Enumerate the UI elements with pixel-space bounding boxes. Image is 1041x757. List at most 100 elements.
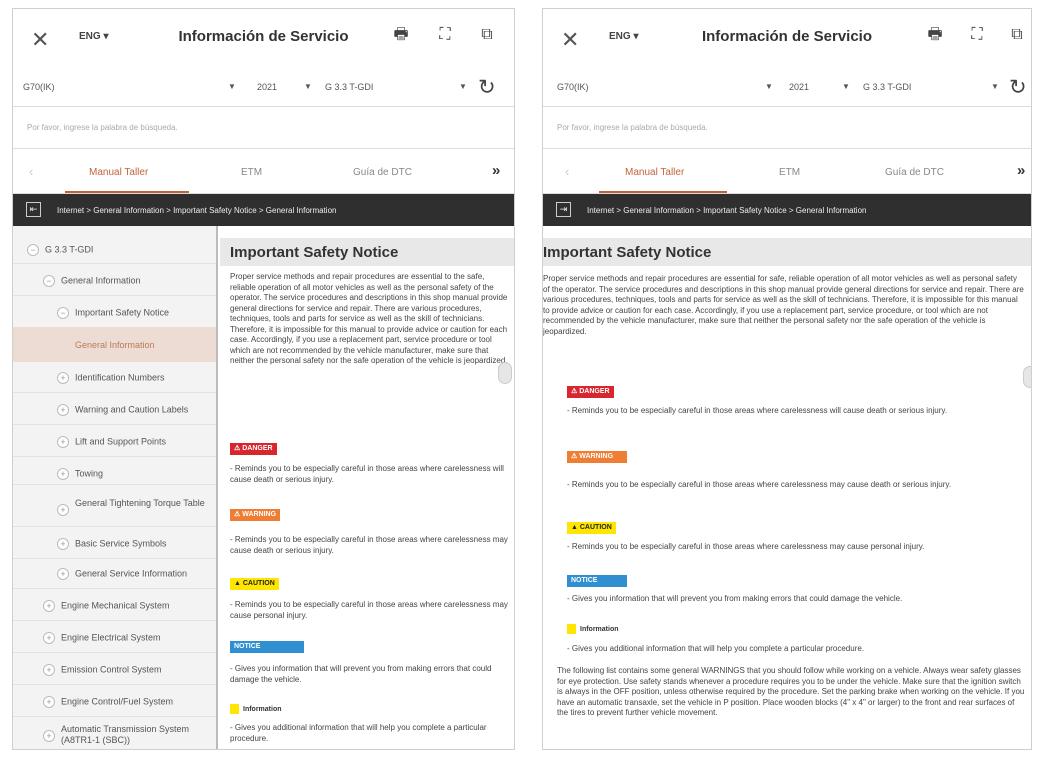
service-info-window-right: ✕ ENG ▾ Información de Servicio 🖶 ⛶ ⧉ G7…	[542, 8, 1032, 750]
chevron-left-icon[interactable]: ‹	[29, 164, 33, 179]
expand-icon[interactable]: +	[57, 568, 69, 580]
tree-item-label: G 3.3 T-GDI	[45, 244, 94, 255]
scroll-handle[interactable]	[498, 362, 512, 384]
collapse-icon[interactable]: −	[43, 275, 55, 287]
tree-item[interactable]: + Towing	[57, 468, 103, 480]
tab-manual-taller[interactable]: Manual Taller	[89, 167, 148, 178]
tree-item[interactable]: + Basic Service Symbols	[57, 538, 167, 550]
tree-item-label: Identification Numbers	[75, 372, 165, 383]
fullscreen-icon[interactable]: ⛶	[967, 25, 987, 45]
collapse-icon[interactable]: −	[57, 307, 69, 319]
info-icon	[230, 704, 239, 715]
expand-icon[interactable]: +	[43, 600, 55, 612]
divider	[13, 620, 216, 621]
tab-bar: ‹ Manual Taller ETM Guía de DTC »	[543, 149, 1031, 194]
page-title: Información de Servicio	[701, 28, 873, 45]
tab-etm[interactable]: ETM	[241, 167, 262, 178]
tree-item[interactable]: − G 3.3 T-GDI	[27, 244, 93, 256]
divider	[13, 684, 216, 685]
warning-text: - Reminds you to be especially careful i…	[230, 535, 508, 555]
expand-icon[interactable]: +	[57, 504, 69, 516]
divider	[13, 484, 216, 485]
tree-item[interactable]: + Automatic Transmission System (A8TR1-1 …	[43, 724, 213, 746]
header-bar: ✕ ENG ▾ Información de Servicio 🖶 ⛶ ⧉	[13, 9, 514, 67]
navigation-tree: − G 3.3 T-GDI − General Information − Impor…	[13, 226, 218, 749]
info-icon	[567, 624, 576, 635]
chevron-down-icon[interactable]: ▼	[842, 82, 850, 91]
external-window-icon[interactable]: ⧉	[1007, 25, 1027, 45]
chevron-right-icon[interactable]: »	[492, 162, 500, 179]
divider	[13, 558, 216, 559]
chevron-right-icon[interactable]: »	[1017, 162, 1025, 179]
tree-item[interactable]: + Warning and Caution Labels	[57, 404, 188, 416]
header-bar: ✕ ENG ▾ Información de Servicio 🖶 ⛶ ⧉	[543, 9, 1031, 67]
tree-item[interactable]: + Engine Control/Fuel System	[43, 696, 173, 708]
chevron-down-icon[interactable]: ▼	[228, 82, 236, 91]
intro-paragraph: Proper service methods and repair proced…	[543, 274, 1024, 336]
notice-badge: NOTICE	[567, 575, 627, 587]
collapse-tree-icon[interactable]: ⇤	[26, 202, 41, 217]
tree-item-label: General Service Information	[75, 568, 188, 579]
external-window-icon[interactable]: ⧉	[477, 25, 497, 45]
tree-item-label: Engine Control/Fuel System	[61, 696, 174, 707]
chevron-left-icon[interactable]: ‹	[565, 164, 569, 179]
danger-text: - Reminds you to be especially careful i…	[567, 406, 948, 415]
tree-item[interactable]: − General Information	[43, 275, 141, 287]
refresh-icon[interactable]: ↻	[478, 75, 496, 100]
notice-text: - Gives you information that will preven…	[230, 664, 492, 684]
tab-guia-dtc[interactable]: Guía de DTC	[885, 167, 944, 178]
tree-item[interactable]: + General Service Information	[57, 568, 187, 580]
model-select[interactable]: G70(IK)	[23, 82, 55, 92]
tree-item[interactable]: + Emission Control System	[43, 664, 162, 676]
model-select[interactable]: G70(IK)	[557, 82, 589, 92]
expand-icon[interactable]: +	[57, 404, 69, 416]
tab-etm[interactable]: ETM	[779, 167, 800, 178]
year-select[interactable]: 2021	[789, 82, 809, 92]
expand-icon[interactable]: +	[57, 468, 69, 480]
tree-item[interactable]: + Engine Electrical System	[43, 632, 161, 644]
divider	[13, 295, 216, 296]
collapse-icon[interactable]: −	[27, 244, 39, 256]
expand-icon[interactable]: +	[57, 538, 69, 550]
chevron-down-icon[interactable]: ▼	[304, 82, 312, 91]
tree-item[interactable]: + Identification Numbers	[57, 372, 165, 384]
expand-icon[interactable]: +	[43, 730, 55, 742]
divider	[13, 263, 216, 264]
tree-item-selected[interactable]: General Information	[13, 327, 216, 362]
expand-icon[interactable]: +	[57, 436, 69, 448]
tree-item[interactable]: − Important Safety Notice	[57, 307, 169, 319]
search-input[interactable]: Por favor, ingrese la palabra de búsqued…	[543, 107, 1031, 149]
tree-item[interactable]: + Engine Mechanical System	[43, 600, 170, 612]
engine-select[interactable]: G 3.3 T-GDI	[325, 82, 373, 92]
breadcrumb-text: Internet > General Information > Importa…	[57, 206, 337, 215]
refresh-icon[interactable]: ↻	[1009, 75, 1027, 100]
breadcrumb-text: Internet > General Information > Importa…	[587, 206, 867, 215]
caution-text: - Reminds you to be especially careful i…	[230, 600, 508, 620]
chevron-down-icon[interactable]: ▼	[991, 82, 999, 91]
collapse-tree-icon[interactable]: ⇥	[556, 202, 571, 217]
tree-item[interactable]: + General Tightening Torque Table	[57, 498, 207, 516]
print-icon[interactable]: 🖶	[391, 25, 411, 45]
vehicle-selector-row: G70(IK) ▼ 2021 ▼ G 3.3 T-GDI ▼ ↻	[13, 69, 514, 107]
tree-item[interactable]: + Lift and Support Points	[57, 436, 166, 448]
expand-icon[interactable]: +	[43, 664, 55, 676]
tree-item-label: General Information	[75, 340, 155, 350]
year-select[interactable]: 2021	[257, 82, 277, 92]
chevron-down-icon[interactable]: ▼	[765, 82, 773, 91]
warning-badge: ⚠ WARNING	[230, 509, 281, 521]
engine-select[interactable]: G 3.3 T-GDI	[863, 82, 911, 92]
expand-icon[interactable]: +	[43, 696, 55, 708]
caution-badge: ▲ CAUTION	[230, 578, 279, 590]
expand-icon[interactable]: +	[43, 632, 55, 644]
print-icon[interactable]: 🖶	[925, 25, 945, 45]
divider	[13, 526, 216, 527]
caution-badge: ▲ CAUTION	[567, 522, 616, 534]
tab-manual-taller[interactable]: Manual Taller	[625, 167, 684, 178]
search-input[interactable]: Por favor, ingrese la palabra de búsqued…	[13, 107, 514, 149]
tab-guia-dtc[interactable]: Guía de DTC	[353, 167, 412, 178]
expand-icon[interactable]: +	[57, 372, 69, 384]
notice-badge: NOTICE	[230, 641, 304, 653]
scroll-handle[interactable]	[1023, 366, 1031, 388]
fullscreen-icon[interactable]: ⛶	[435, 25, 455, 45]
chevron-down-icon[interactable]: ▼	[459, 82, 467, 91]
